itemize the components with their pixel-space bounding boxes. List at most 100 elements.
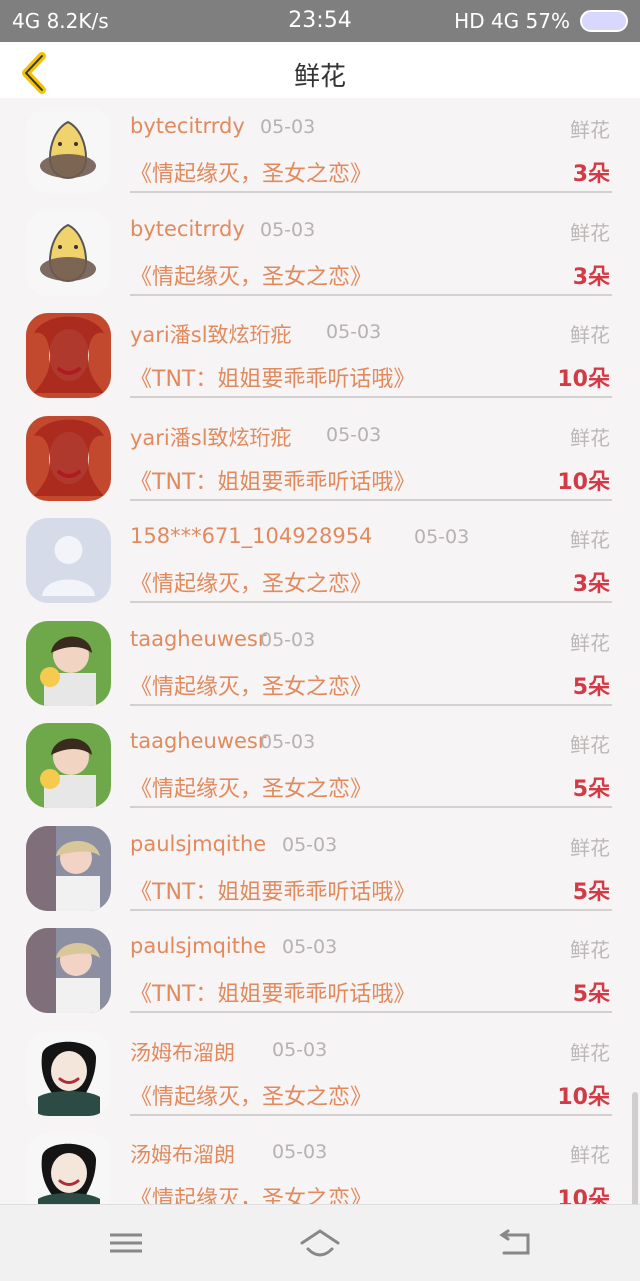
flower-count: 5朵 [572, 777, 610, 802]
avatar-portrait-icon [26, 825, 111, 911]
flower-count: 3朵 [572, 572, 610, 597]
avatar[interactable] [26, 210, 111, 296]
book-title[interactable]: 《情起缘灭，圣女之恋》 [130, 669, 372, 701]
avatar[interactable] [26, 825, 111, 911]
app-header: 鲜花 [0, 42, 640, 98]
gift-type: 鲜花 [570, 220, 610, 245]
avatar[interactable] [26, 928, 111, 1013]
gift-type: 鲜花 [570, 1040, 610, 1065]
menu-button[interactable] [104, 1223, 148, 1263]
avatar[interactable] [26, 108, 111, 193]
avatar[interactable] [26, 518, 111, 603]
flower-count: 3朵 [572, 264, 610, 290]
username[interactable]: 汤姆布溜朗 [130, 1037, 235, 1067]
username[interactable]: paulsjmqithe [130, 832, 266, 856]
username[interactable]: yari潘sl致炫珩疪 [130, 422, 292, 452]
list-item[interactable]: paulsjmqithe 05-03 鲜花 《TNT：姐姐要乖乖听话哦》 5朵 [0, 806, 640, 911]
book-title[interactable]: 《情起缘灭，圣女之恋》 [130, 771, 372, 803]
scrollbar[interactable] [632, 1092, 638, 1204]
username[interactable]: taagheuwesr [130, 729, 267, 753]
flower-count: 3朵 [572, 162, 610, 187]
avatar-portrait-icon [26, 415, 111, 501]
home-button[interactable] [298, 1223, 342, 1263]
flower-count: 5朵 [572, 674, 610, 700]
username[interactable]: yari潘sl致炫珩疪 [130, 319, 292, 349]
date: 05-03 [282, 833, 338, 856]
flower-count: 10朵 [557, 1084, 610, 1110]
navigation-bar [0, 1204, 640, 1281]
flower-count: 10朵 [557, 1187, 610, 1204]
status-text: HD 4G 57% [454, 9, 570, 33]
menu-icon [110, 1233, 142, 1253]
date: 05-03 [414, 526, 470, 548]
username[interactable]: bytecitrrdy [130, 217, 245, 241]
avatar-illustration-icon [26, 1030, 111, 1116]
list-item[interactable]: paulsjmqithe 05-03 鲜花 《TNT：姐姐要乖乖听话哦》 5朵 [0, 908, 640, 1013]
status-bar: 4G 8.2K/s 23:54 HD 4G 57% [0, 0, 640, 42]
list-item[interactable]: 158***671_104928954 05-03 鲜花 《情起缘灭，圣女之恋》… [0, 498, 640, 603]
avatar[interactable] [26, 313, 111, 398]
book-title[interactable]: 《情起缘灭，圣女之恋》 [130, 259, 372, 291]
flower-count: 10朵 [557, 469, 610, 495]
gift-type: 鲜花 [570, 733, 610, 757]
book-title[interactable]: 《情起缘灭，圣女之恋》 [130, 566, 372, 598]
list-item[interactable]: yari潘sl致炫珩疪 05-03 鲜花 《TNT：姐姐要乖乖听话哦》 10朵 [0, 396, 640, 501]
list-item[interactable]: bytecitrrdy 05-03 鲜花 《情起缘灭，圣女之恋》 3朵 [0, 191, 640, 296]
avatar-photo-icon [26, 723, 111, 808]
username[interactable]: paulsjmqithe [130, 934, 266, 958]
flower-count: 5朵 [572, 982, 610, 1007]
book-title[interactable]: 《TNT：姐姐要乖乖听话哦》 [130, 874, 415, 906]
date: 05-03 [326, 321, 382, 343]
battery-icon [580, 10, 628, 32]
avatar-photo-icon [26, 620, 111, 706]
book-title[interactable]: 《TNT：姐姐要乖乖听话哦》 [130, 976, 415, 1008]
date: 05-03 [282, 936, 338, 958]
avatar[interactable] [26, 415, 111, 501]
list-item[interactable]: yari潘sl致炫珩疪 05-03 鲜花 《TNT：姐姐要乖乖听话哦》 10朵 [0, 293, 640, 398]
username[interactable]: 158***671_104928954 [130, 524, 372, 548]
page-title: 鲜花 [293, 62, 346, 92]
list-item[interactable]: 汤姆布溜朗 05-03 鲜花 《情起缘灭，圣女之恋》 10朵 [0, 1113, 640, 1204]
home-icon [300, 1229, 340, 1257]
username[interactable]: bytecitrrdy [130, 114, 245, 138]
list-item[interactable]: taagheuwesr 05-03 鲜花 《情起缘灭，圣女之恋》 5朵 [0, 703, 640, 808]
date: 05-03 [260, 218, 316, 241]
avatar-illustration-icon [26, 1133, 111, 1204]
default-avatar-icon [26, 518, 111, 603]
date: 05-03 [326, 423, 382, 446]
gift-type: 鲜花 [570, 118, 610, 142]
date: 05-03 [272, 1141, 328, 1163]
date: 05-03 [260, 116, 316, 138]
date: 05-03 [272, 1038, 328, 1061]
status-icons: HD 4G 57% [454, 9, 628, 33]
list-item[interactable]: bytecitrrdy 05-03 鲜花 《情起缘灭，圣女之恋》 3朵 [0, 98, 640, 193]
return-button[interactable] [494, 1223, 538, 1263]
date: 05-03 [260, 628, 316, 651]
book-title[interactable]: 《情起缘灭，圣女之恋》 [130, 1181, 372, 1204]
avatar-portrait-icon [26, 313, 111, 398]
list-item[interactable]: 汤姆布溜朗 05-03 鲜花 《情起缘灭，圣女之恋》 10朵 [0, 1011, 640, 1116]
avatar-cartoon-icon [26, 210, 111, 296]
gift-type: 鲜花 [570, 630, 610, 655]
gift-type: 鲜花 [570, 425, 610, 450]
avatar[interactable] [26, 1133, 111, 1204]
avatar-portrait-icon [26, 928, 111, 1013]
book-title[interactable]: 《情起缘灭，圣女之恋》 [130, 156, 372, 188]
book-title[interactable]: 《情起缘灭，圣女之恋》 [130, 1079, 372, 1111]
gift-type: 鲜花 [570, 835, 610, 860]
book-title[interactable]: 《TNT：姐姐要乖乖听话哦》 [130, 361, 415, 393]
gift-type: 鲜花 [570, 528, 610, 552]
back-icon [499, 1229, 530, 1255]
list-item[interactable]: taagheuwesr 05-03 鲜花 《情起缘灭，圣女之恋》 5朵 [0, 601, 640, 706]
username[interactable]: 汤姆布溜朗 [130, 1139, 235, 1169]
gift-feed[interactable]: bytecitrrdy 05-03 鲜花 《情起缘灭，圣女之恋》 3朵 byte… [0, 98, 640, 1204]
flower-count: 5朵 [572, 879, 610, 905]
username[interactable]: taagheuwesr [130, 627, 267, 651]
gift-type: 鲜花 [570, 938, 610, 962]
avatar[interactable] [26, 1030, 111, 1116]
avatar[interactable] [26, 620, 111, 706]
avatar[interactable] [26, 723, 111, 808]
book-title[interactable]: 《TNT：姐姐要乖乖听话哦》 [130, 464, 415, 496]
gift-type: 鲜花 [570, 323, 610, 347]
date: 05-03 [260, 731, 316, 753]
